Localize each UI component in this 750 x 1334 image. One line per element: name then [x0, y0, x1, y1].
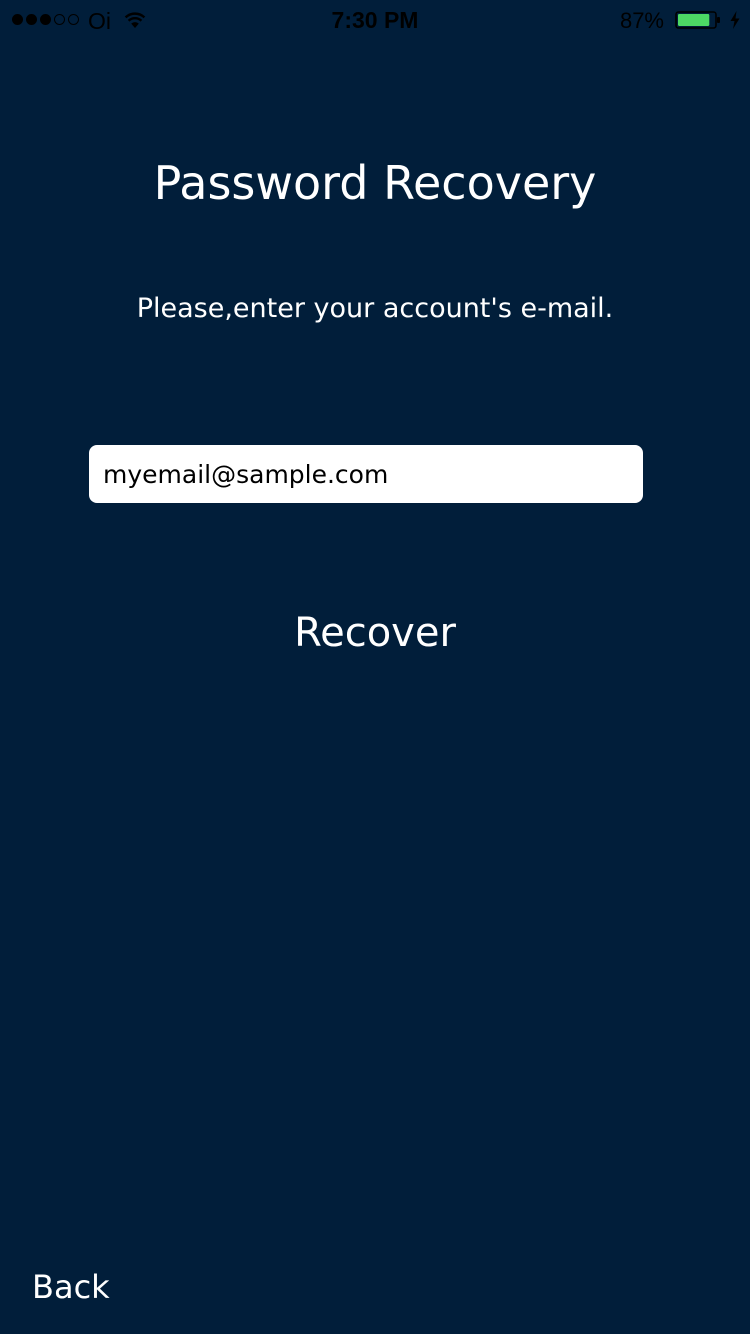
page-title: Password Recovery	[153, 156, 597, 210]
email-field[interactable]	[89, 445, 643, 503]
battery-icon	[675, 11, 720, 29]
battery-percentage: 87%	[619, 8, 664, 33]
recover-button[interactable]: Recover	[225, 600, 525, 666]
instruction-text: Please,enter your account's e-mail.	[136, 293, 614, 324]
status-bar: Oi 7:30 PM 87%	[0, 0, 750, 40]
back-button[interactable]: Back	[20, 1262, 122, 1312]
charging-bolt-icon	[730, 11, 740, 29]
